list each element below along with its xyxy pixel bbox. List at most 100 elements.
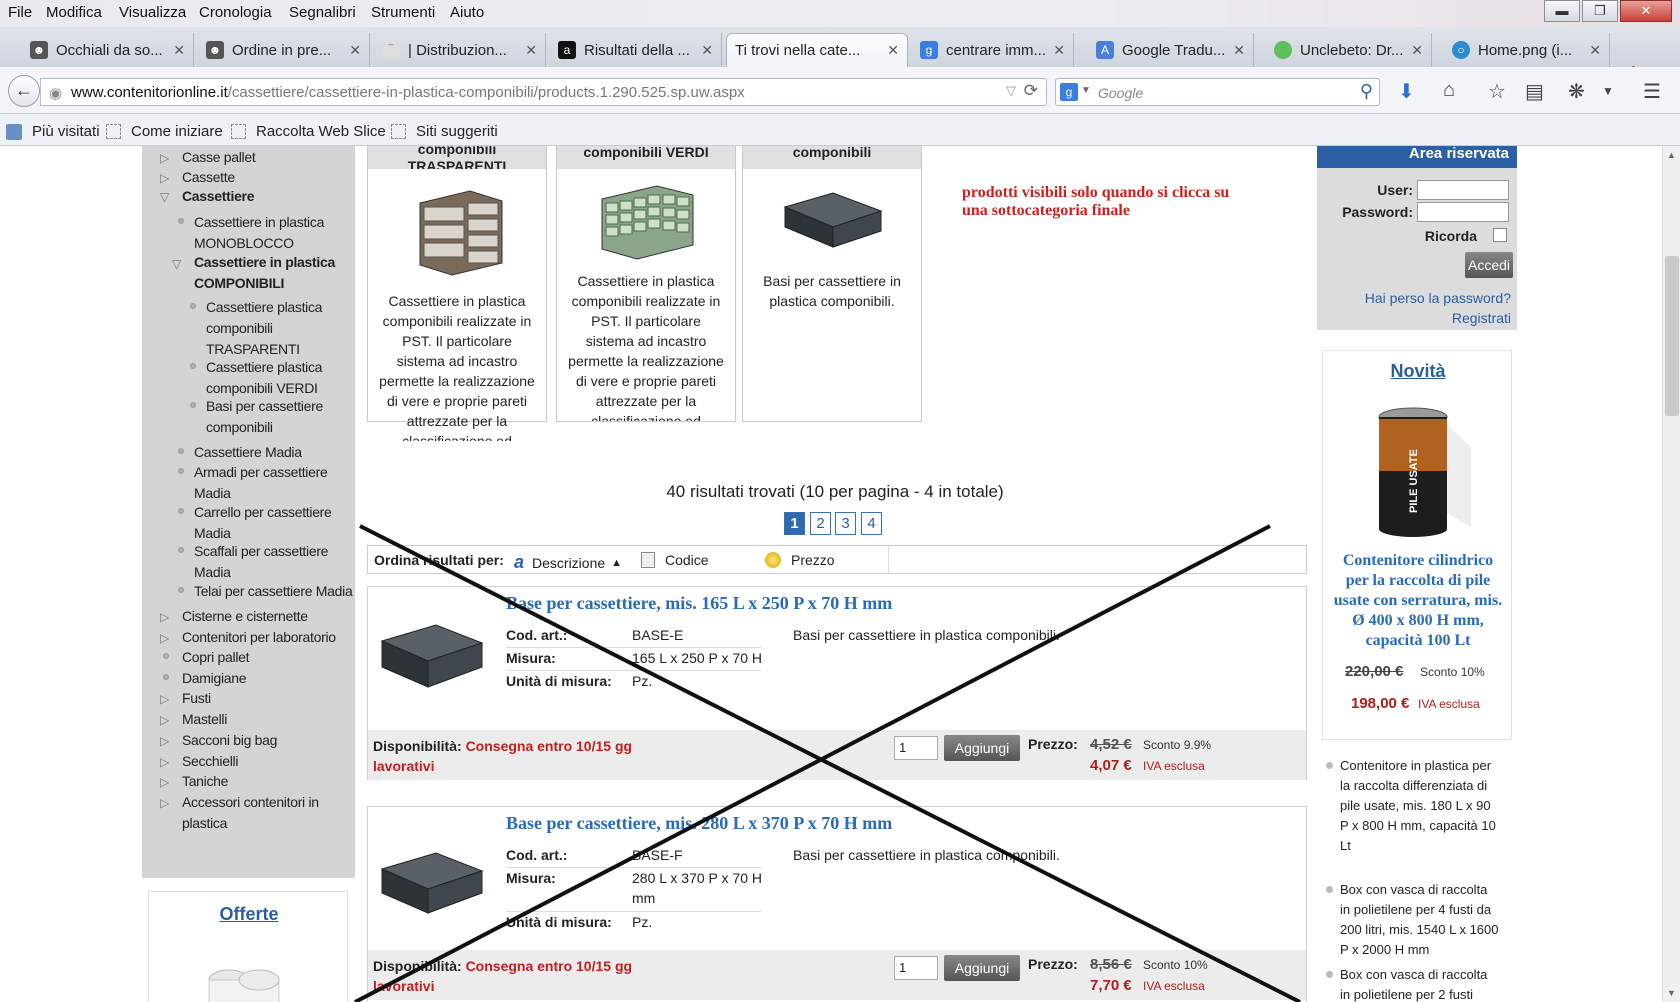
close-tab-icon[interactable]: ✕ [1589, 42, 1601, 59]
menu-strumenti[interactable]: Strumenti [371, 4, 435, 21]
sidebar-item-armadi[interactable]: Armadi per cassettiere Madia [194, 462, 334, 504]
subcategory-verdi[interactable]: componibili VERDI Cassettiere in plastic… [556, 146, 736, 422]
tab-active-category[interactable]: Ti trovi nella cate... ✕ [726, 33, 908, 67]
sort-descrizione[interactable]: a Descrizione ▲ [514, 552, 622, 573]
product-title[interactable]: Base per cassettiere, mis. 280 L x 370 P… [506, 813, 892, 834]
addon-bug-icon[interactable]: ❋ [1568, 79, 1585, 104]
reload-icon[interactable]: ⟳ [1024, 81, 1038, 101]
bookmark-come-iniziare[interactable]: Come iniziare [106, 123, 223, 140]
sidebar-item-casse-pallet[interactable]: Casse pallet [182, 147, 256, 168]
bookmark-star-icon[interactable]: ☆ [1488, 79, 1506, 104]
subcategory-title[interactable]: componibili VERDI [557, 146, 735, 169]
sidebar-item-scaffali[interactable]: Scaffali per cassettiere Madia [194, 541, 339, 583]
scrollbar-thumb[interactable] [1665, 256, 1679, 416]
sidebar-item-cassette[interactable]: Cassette [182, 167, 235, 188]
related-item[interactable]: Box con vasca di raccolta in polietilene… [1326, 965, 1500, 1002]
product-image[interactable] [378, 615, 486, 695]
sidebar-item-verdi[interactable]: Cassettiere plastica componibili VERDI [206, 357, 336, 399]
sidebar-item-taniche[interactable]: Taniche [182, 771, 228, 792]
address-bar[interactable]: ◉ www.contenitorionline.it/cassettiere/c… [40, 78, 1047, 106]
novita-title[interactable]: Novità [1323, 361, 1513, 382]
menu-modifica[interactable]: Modifica [46, 4, 102, 21]
lost-password-link[interactable]: Hai perso la password? [1365, 290, 1511, 306]
subcategory-trasparenti[interactable]: componibili TRASPARENTI Cassettiere in p… [367, 146, 547, 441]
close-tab-icon[interactable]: ✕ [525, 42, 537, 59]
sidebar-item-componibili[interactable]: Cassettiere in plastica COMPONIBILI [194, 252, 354, 294]
novita-product-name[interactable]: Contenitore cilindrico per la raccolta d… [1331, 551, 1505, 651]
minimize-button[interactable]: ▬ [1544, 0, 1580, 22]
sidebar-item-cisterne[interactable]: Cisterne e cisternette [182, 606, 308, 627]
close-window-button[interactable]: ✕ [1620, 0, 1672, 22]
page-2-button[interactable]: 2 [810, 512, 831, 535]
sidebar-item-fusti[interactable]: Fusti [182, 688, 211, 709]
sidebar-item-trasparenti[interactable]: Cassettiere plastica componibili TRASPAR… [206, 297, 336, 360]
add-to-cart-button[interactable]: Aggiungi [944, 735, 1020, 761]
search-bar[interactable]: g ▼ Google ⚲ [1055, 78, 1380, 106]
sort-codice[interactable]: Codice [641, 552, 709, 568]
sidebar-item-copri-pallet[interactable]: Copri pallet [182, 647, 250, 668]
battery-bin-image[interactable]: PILE USATE [1373, 401, 1473, 541]
quantity-input[interactable]: 1 [894, 956, 938, 980]
close-tab-icon[interactable]: ✕ [887, 42, 899, 59]
menu-aiuto[interactable]: Aiuto [450, 4, 484, 21]
bookmark-siti-suggeriti[interactable]: Siti suggeriti [391, 123, 498, 140]
back-arrow-icon[interactable]: ← [8, 75, 40, 107]
register-link[interactable]: Registrati [1452, 310, 1511, 326]
tab-occhiali[interactable]: ☻ Occhiali da so... ✕ [22, 33, 194, 67]
hamburger-menu-icon[interactable]: ☰ [1643, 79, 1661, 104]
product-image[interactable] [378, 843, 486, 923]
password-input[interactable] [1417, 202, 1509, 222]
sidebar-item-secchielli[interactable]: Secchielli [182, 751, 238, 772]
subcategory-title[interactable]: componibili TRASPARENTI [368, 146, 546, 169]
related-item[interactable]: Contenitore in plastica per la raccolta … [1326, 756, 1500, 856]
tab-home-png[interactable]: ○ Home.png (i... ✕ [1444, 33, 1610, 67]
menu-file[interactable]: File [8, 4, 32, 21]
google-engine-icon[interactable]: g [1060, 83, 1078, 101]
login-button[interactable]: Accedi [1465, 252, 1513, 278]
download-icon[interactable]: ⬇ [1398, 79, 1415, 104]
tab-google-traduttore[interactable]: A Google Tradu... ✕ [1088, 33, 1254, 67]
vertical-scrollbar[interactable]: ▲ ▼ [1662, 146, 1680, 1002]
sidebar-item-laboratorio[interactable]: Contenitori per laboratorio [182, 627, 336, 648]
site-identity-icon[interactable]: ◉ [49, 84, 62, 102]
offerte-title[interactable]: Offerte [149, 904, 349, 925]
menu-segnalibri[interactable]: Segnalibri [289, 4, 356, 21]
tab-centrare[interactable]: g centrare imm... ✕ [912, 33, 1074, 67]
product-title[interactable]: Base per cassettiere, mis. 165 L x 250 P… [506, 593, 892, 614]
tab-unclebeto[interactable]: Unclebeto: Dr... ✕ [1266, 33, 1432, 67]
subcategory-title[interactable]: componibili [743, 146, 921, 169]
maximize-button[interactable]: ❐ [1582, 0, 1618, 22]
tab-distribuzione[interactable]: ‾ | Distribuzion... ✕ [374, 33, 546, 67]
search-icon[interactable]: ⚲ [1360, 81, 1373, 102]
subcategory-basi[interactable]: componibili Basi per cassettiere in plas… [742, 146, 922, 422]
username-input[interactable] [1417, 180, 1509, 200]
sidebar-item-cassettiere[interactable]: Cassettiere [182, 186, 255, 207]
scroll-down-icon[interactable]: ▼ [1667, 988, 1676, 998]
related-item[interactable]: Box con vasca di raccolta in polietilene… [1326, 880, 1500, 960]
sidebar-item-carrello[interactable]: Carrello per cassettiere Madia [194, 502, 339, 544]
close-tab-icon[interactable]: ✕ [1233, 42, 1245, 59]
close-tab-icon[interactable]: ✕ [173, 42, 185, 59]
sidebar-item-damigiane[interactable]: Damigiane [182, 668, 247, 689]
tab-amazon[interactable]: a Risultati della ... ✕ [550, 33, 722, 67]
quantity-input[interactable]: 1 [894, 736, 938, 760]
scroll-up-icon[interactable]: ▲ [1667, 150, 1676, 160]
bookmarks-list-icon[interactable]: ▤ [1525, 79, 1544, 104]
close-tab-icon[interactable]: ✕ [701, 42, 713, 59]
bookmark-web-slice[interactable]: Raccolta Web Slice [231, 123, 386, 140]
sidebar-item-madia[interactable]: Cassettiere Madia [194, 442, 354, 463]
add-to-cart-button[interactable]: Aggiungi [944, 955, 1020, 981]
sort-ascending-icon[interactable]: ▲ [611, 557, 622, 569]
engine-dropdown-icon[interactable]: ▼ [1081, 85, 1091, 96]
sidebar-item-telai[interactable]: Telai per cassettiere Madia [194, 581, 354, 602]
page-4-button[interactable]: 4 [861, 512, 882, 535]
menu-cronologia[interactable]: Cronologia [199, 4, 272, 21]
bookmark-piu-visitati[interactable]: Più visitati [6, 123, 100, 140]
close-tab-icon[interactable]: ✕ [1411, 42, 1423, 59]
sidebar-item-monoblocco[interactable]: Cassettiere in plastica MONOBLOCCO [194, 212, 354, 254]
menu-visualizza[interactable]: Visualizza [119, 4, 186, 21]
page-1-button[interactable]: 1 [784, 512, 805, 535]
dropdown-arrow-icon[interactable]: ▽ [1006, 83, 1016, 99]
remember-checkbox[interactable] [1493, 228, 1507, 242]
sort-prezzo[interactable]: Prezzo [765, 552, 835, 568]
